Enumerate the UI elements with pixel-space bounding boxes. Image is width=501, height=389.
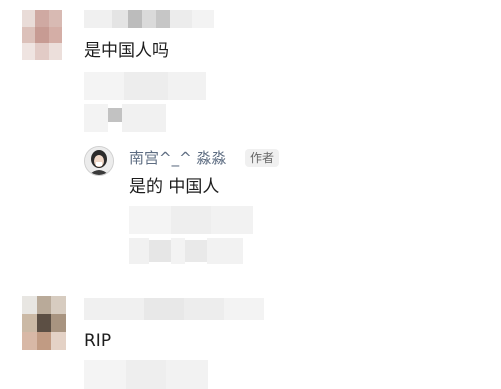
user-avatar-icon[interactable] bbox=[84, 146, 114, 176]
reply-text: 是的 中国人 bbox=[129, 177, 220, 197]
username-redacted[interactable] bbox=[84, 298, 264, 320]
comment-actions-redacted[interactable] bbox=[84, 104, 166, 132]
author-badge: 作者 bbox=[245, 149, 280, 167]
comment-meta-redacted bbox=[84, 72, 206, 100]
avatar[interactable] bbox=[22, 296, 66, 350]
avatar[interactable] bbox=[22, 10, 62, 60]
comment-meta-redacted bbox=[84, 360, 208, 389]
comment-text: 是中国人吗 bbox=[84, 41, 169, 61]
username-redacted[interactable] bbox=[84, 10, 214, 28]
comment-text: RIP bbox=[84, 331, 112, 351]
reply-meta-redacted bbox=[129, 206, 253, 234]
reply-actions-redacted[interactable] bbox=[129, 238, 243, 264]
reply-author-name[interactable]: 南宫^_^ 淼淼 bbox=[129, 148, 226, 168]
